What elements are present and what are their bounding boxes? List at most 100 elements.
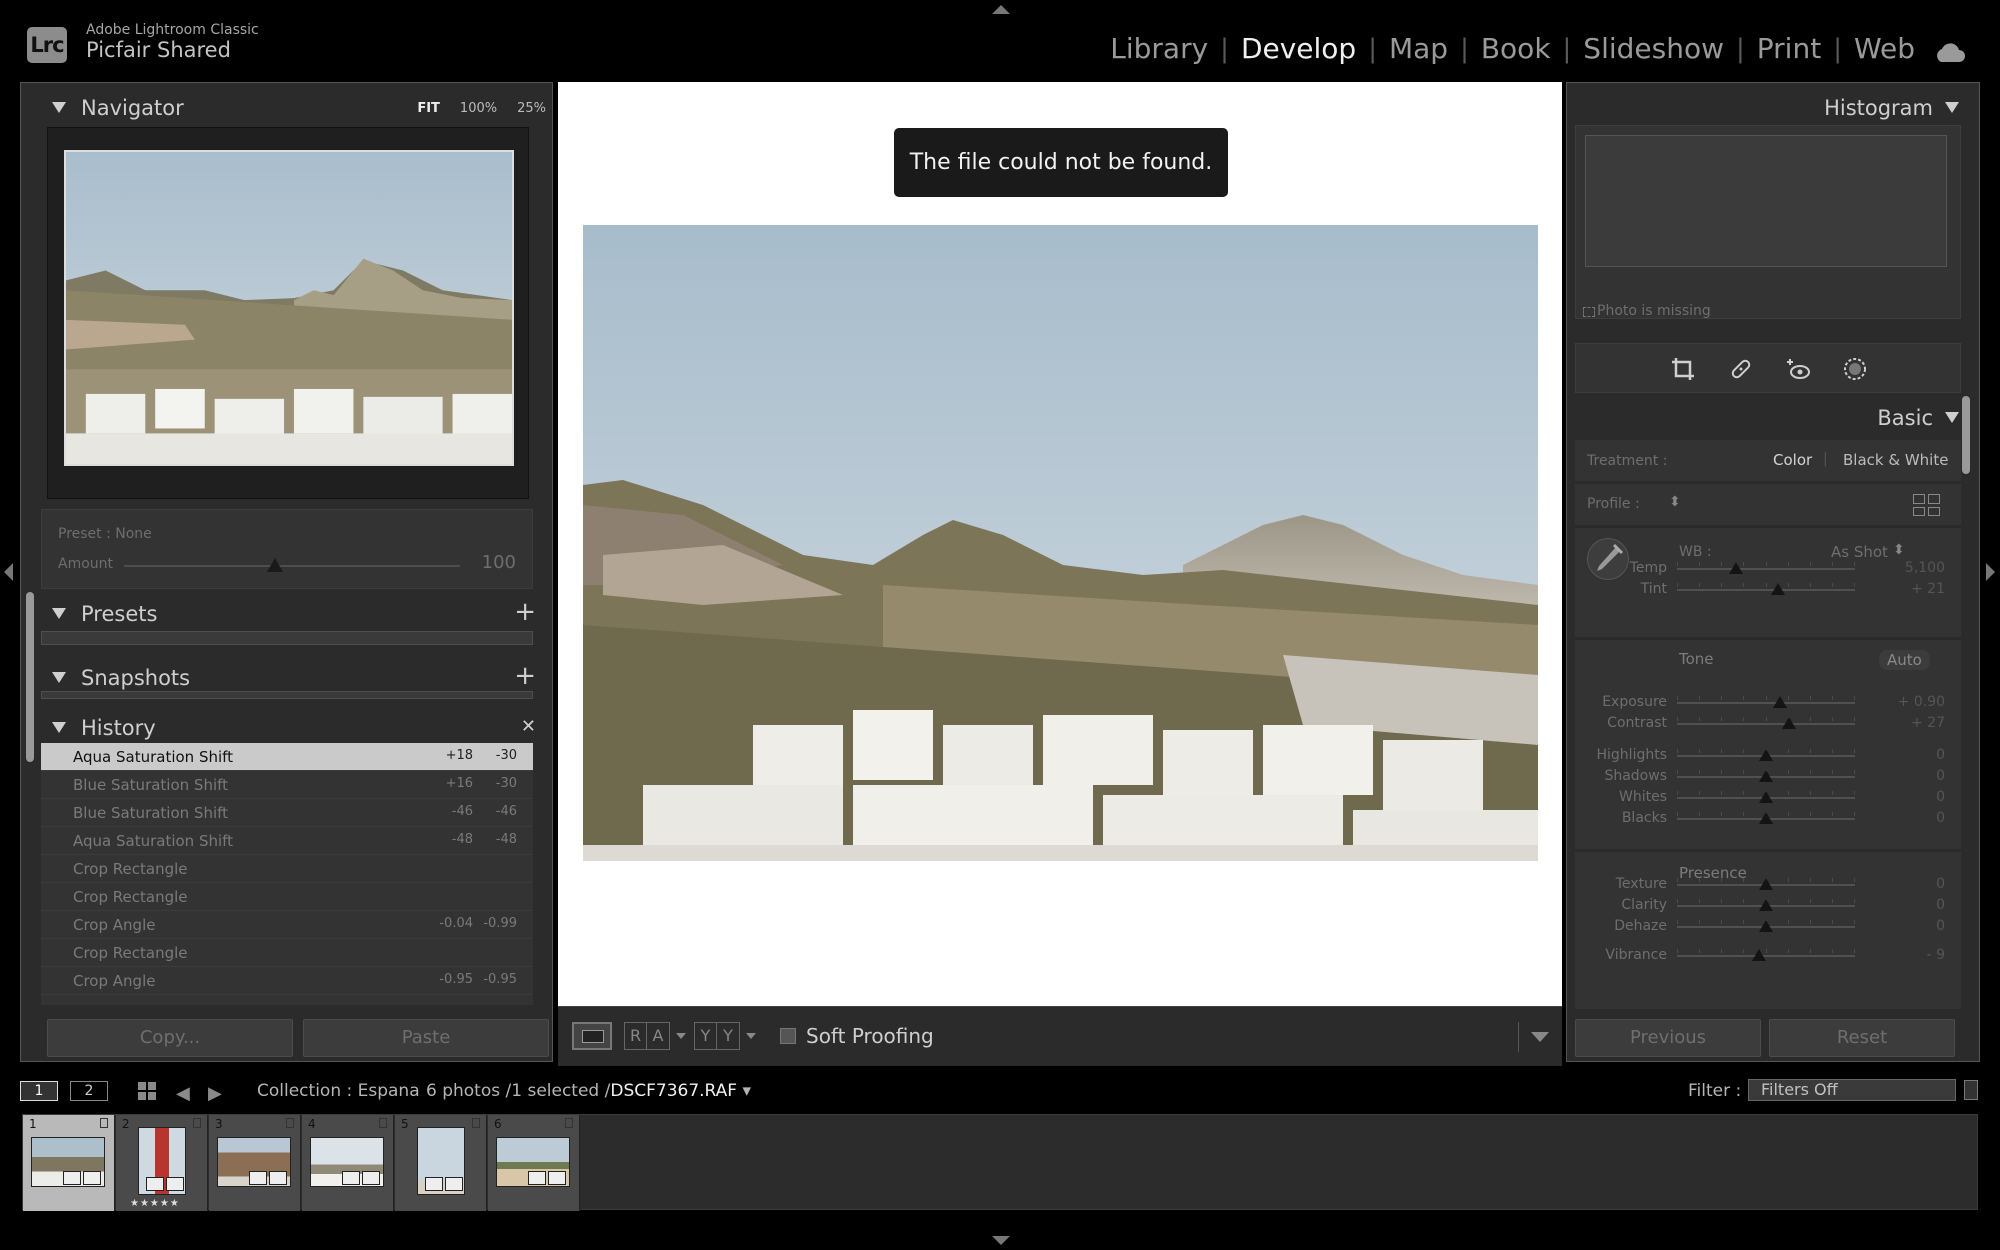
filmstrip-cell[interactable]: 4 <box>302 1115 394 1211</box>
show-filmstrip-arrow-icon[interactable] <box>992 1236 1010 1245</box>
slider-thumb[interactable] <box>1782 717 1797 729</box>
history-row[interactable]: Aqua Saturation Shift -48 -48 <box>41 827 533 855</box>
slider-tint[interactable]: Tint + 21 <box>1575 580 1961 600</box>
module-develop[interactable]: Develop <box>1241 32 1356 65</box>
slider-thumb[interactable] <box>1759 920 1773 932</box>
history-header[interactable]: History ✕ <box>21 707 552 747</box>
slider-thumb[interactable] <box>1728 562 1743 574</box>
history-row[interactable]: Crop Angle -0.95 -0.95 <box>41 967 533 995</box>
show-right-panel-arrow-icon[interactable] <box>1986 563 1995 581</box>
paste-button[interactable]: Paste <box>303 1019 549 1057</box>
module-web[interactable]: Web <box>1854 32 1915 65</box>
slider-exposure[interactable]: Exposure + 0.90 <box>1575 693 1961 713</box>
show-left-panel-arrow-icon[interactable] <box>4 563 13 581</box>
main-photo[interactable] <box>583 225 1538 861</box>
filter-select[interactable]: Filters Off <box>1748 1079 1956 1101</box>
slider-highlights[interactable]: Highlights 0 <box>1575 746 1961 766</box>
reset-button[interactable]: Reset <box>1769 1019 1955 1057</box>
slider-shadows[interactable]: Shadows 0 <box>1575 767 1961 787</box>
toolbar-menu-icon[interactable] <box>1518 1022 1552 1052</box>
basic-header[interactable]: Basic <box>1567 397 1979 437</box>
masking-icon[interactable] <box>1842 356 1868 382</box>
slider-thumb[interactable] <box>1773 696 1788 708</box>
module-map[interactable]: Map <box>1389 32 1448 65</box>
collapse-triangle-icon[interactable] <box>52 722 66 733</box>
zoom-fit[interactable]: FIT <box>417 101 440 116</box>
copy-button[interactable]: Copy... <box>47 1019 293 1057</box>
before-after-ra-button[interactable]: RA <box>624 1022 670 1050</box>
history-row[interactable]: Aqua Saturation Shift +18 -30 <box>41 743 533 771</box>
show-top-panel-arrow-icon[interactable] <box>992 5 1010 14</box>
histogram-graph[interactable] <box>1585 135 1947 267</box>
module-print[interactable]: Print <box>1757 32 1821 65</box>
slider-track[interactable] <box>1677 702 1855 704</box>
yy-dropdown-icon[interactable] <box>746 1033 756 1039</box>
soft-proofing-checkbox[interactable] <box>780 1028 796 1044</box>
next-photo-arrow-icon[interactable]: ▶ <box>208 1083 222 1104</box>
secondary-window-button[interactable]: 2 <box>70 1081 108 1101</box>
filter-lock-icon[interactable] <box>1964 1080 1978 1100</box>
history-row[interactable]: Crop Angle -0.04 -0.99 <box>41 911 533 939</box>
grid-view-icon[interactable] <box>138 1082 156 1100</box>
slider-contrast[interactable]: Contrast + 27 <box>1575 714 1961 734</box>
presets-header[interactable]: Presets + <box>21 593 552 633</box>
slider-thumb[interactable] <box>1759 812 1773 824</box>
zoom-100[interactable]: 100% <box>460 101 497 116</box>
clear-history-icon[interactable]: ✕ <box>521 716 536 737</box>
history-row[interactable]: Blue Saturation Shift +16 -30 <box>41 771 533 799</box>
right-panel-scrollbar[interactable] <box>1962 396 1970 474</box>
filename-dropdown-icon[interactable]: ▾ <box>743 1081 752 1101</box>
crop-icon[interactable] <box>1670 356 1696 382</box>
treatment-black-white[interactable]: Black & White <box>1843 451 1948 469</box>
module-slideshow[interactable]: Slideshow <box>1583 32 1724 65</box>
slider-thumb[interactable] <box>1759 749 1773 761</box>
slider-thumb[interactable] <box>1771 583 1786 595</box>
left-panel-scrollbar[interactable] <box>26 592 34 762</box>
collapse-triangle-icon[interactable] <box>52 608 66 619</box>
previous-button[interactable]: Previous <box>1575 1019 1761 1057</box>
navigator-header[interactable]: Navigator FIT 100% 25% <box>21 87 552 127</box>
slider-dehaze[interactable]: Dehaze 0 <box>1575 917 1961 937</box>
previous-photo-arrow-icon[interactable]: ◀ <box>176 1083 190 1104</box>
slider-temp[interactable]: Temp 5,100 <box>1575 559 1961 579</box>
collapse-triangle-icon[interactable] <box>52 102 66 113</box>
collapse-triangle-icon[interactable] <box>52 672 66 683</box>
photo-count[interactable]: 6 photos /1 selected /DSCF7367.RAF ▾ <box>426 1081 751 1101</box>
ra-dropdown-icon[interactable] <box>676 1033 686 1039</box>
slider-clarity[interactable]: Clarity 0 <box>1575 896 1961 916</box>
amount-slider[interactable] <box>124 565 460 567</box>
histogram-header[interactable]: Histogram <box>1567 87 1979 127</box>
history-row[interactable]: Crop Rectangle <box>41 939 533 967</box>
slider-whites[interactable]: Whites 0 <box>1575 788 1961 808</box>
cloud-icon[interactable] <box>1933 38 1965 62</box>
slider-track[interactable] <box>1677 568 1855 570</box>
profile-dropdown-icon[interactable]: ⬍ <box>1669 494 1681 510</box>
add-preset-icon[interactable]: + <box>514 597 536 627</box>
tone-auto-button[interactable]: Auto <box>1879 650 1930 670</box>
filmstrip-cell[interactable]: 5 <box>395 1115 487 1211</box>
slider-track[interactable] <box>1677 955 1855 957</box>
wb-dropdown-icon[interactable]: ⬍ <box>1893 542 1905 558</box>
slider-track[interactable] <box>1677 723 1855 725</box>
slider-thumb[interactable] <box>1759 791 1773 803</box>
amount-slider-thumb[interactable] <box>267 558 284 572</box>
add-snapshot-icon[interactable]: + <box>514 661 536 691</box>
slider-vibrance[interactable]: Vibrance - 9 <box>1575 946 1961 966</box>
treatment-color[interactable]: Color <box>1773 451 1812 469</box>
healing-icon[interactable] <box>1728 356 1754 382</box>
history-row[interactable]: Crop Rectangle <box>41 855 533 883</box>
rating-stars[interactable]: ★★★★★ <box>130 1198 180 1209</box>
collapse-triangle-icon[interactable] <box>1945 102 1959 113</box>
catalog-name[interactable]: Picfair Shared <box>86 38 231 62</box>
soft-proofing-label[interactable]: Soft Proofing <box>806 1024 934 1048</box>
slider-thumb[interactable] <box>1759 770 1773 782</box>
history-row[interactable]: Crop Rectangle <box>41 883 533 911</box>
profile-browser-grid-icon[interactable] <box>1913 494 1941 516</box>
filmstrip-cell[interactable]: 2 ★★★★★ <box>116 1115 208 1211</box>
before-after-yy-button[interactable]: YY <box>694 1022 740 1050</box>
collection-source[interactable]: Collection : Espana <box>257 1081 420 1101</box>
slider-blacks[interactable]: Blacks 0 <box>1575 809 1961 829</box>
slider-texture[interactable]: Texture 0 <box>1575 875 1961 895</box>
slider-thumb[interactable] <box>1751 949 1766 961</box>
slider-thumb[interactable] <box>1759 899 1773 911</box>
